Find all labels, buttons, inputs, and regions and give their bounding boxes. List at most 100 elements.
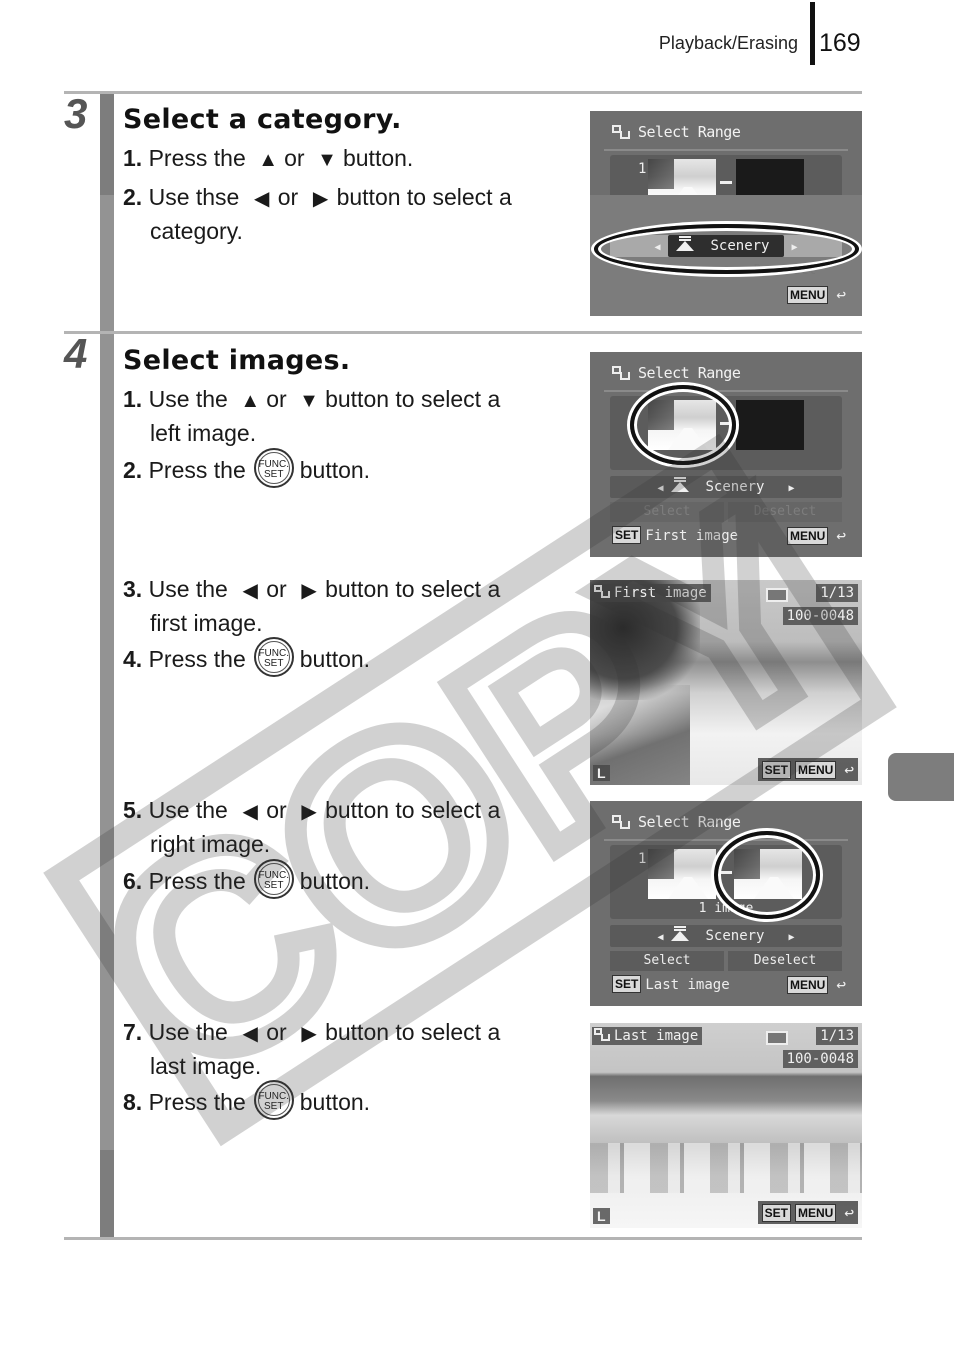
- instruction-number: 7.: [123, 1019, 143, 1045]
- menu-return: MENU ↩: [787, 526, 846, 545]
- return-icon: ↩: [836, 285, 846, 304]
- down-arrow-icon: ▼: [299, 390, 319, 412]
- section-title: Playback/Erasing: [658, 33, 798, 53]
- instruction-continuation: category.: [150, 218, 243, 244]
- step4-sidebar-light: [100, 334, 114, 1150]
- footer-controls: SET MENU ↩: [757, 758, 858, 781]
- empty-thumbnail: [736, 400, 804, 450]
- instruction-text: button to select a: [325, 386, 501, 412]
- instruction-text: button.: [299, 457, 371, 483]
- range-icon: [612, 125, 630, 139]
- right-arrow-icon: ▶: [301, 801, 317, 823]
- instruction: 4. Press the FUNC. SET button.: [123, 636, 563, 677]
- instruction-continuation: last image.: [150, 1053, 262, 1079]
- left-arrow-icon: ◀: [242, 1023, 258, 1045]
- instruction-text: Press the: [148, 145, 246, 171]
- instruction-continuation: left image.: [150, 420, 257, 446]
- camera-screen-select-category: Select Range 1 ◀ Scenery ▶ Select Deselect …: [590, 111, 862, 316]
- screen-title: Select Range: [612, 364, 741, 382]
- range-icon: [612, 366, 630, 380]
- chapter-tab: [888, 753, 954, 801]
- instruction-number: 5.: [123, 797, 143, 823]
- frame-counter: 1/13: [816, 1027, 858, 1045]
- menu-return: MENU ↩: [787, 285, 846, 304]
- menu-button-label: MENU: [787, 527, 829, 545]
- right-arrow-icon: ▶: [312, 188, 329, 210]
- step-title: Select images.: [123, 345, 351, 376]
- battery-icon: [766, 1031, 788, 1045]
- triangle-right-icon: ▶: [788, 932, 795, 943]
- instruction-number: 1.: [123, 145, 143, 171]
- instruction-text: button.: [299, 1089, 371, 1115]
- instruction: 2. Use thse ◀ or ▶ button to select a cate…: [123, 181, 563, 247]
- instruction: 5. Use the ◀ or ▶ button to select a right…: [123, 794, 563, 860]
- left-arrow-icon: ◀: [242, 801, 258, 823]
- category-label: Scenery: [705, 928, 765, 944]
- func-set-button-icon: FUNC. SET: [253, 858, 294, 899]
- func-set-button-icon: FUNC. SET: [253, 1079, 294, 1120]
- instruction-text: or: [266, 797, 287, 823]
- instruction-text: button.: [299, 868, 371, 894]
- select-buttons: Select Deselect: [610, 502, 842, 522]
- image-size-icon: L: [593, 765, 610, 781]
- divider-step4: [64, 331, 862, 334]
- return-icon: ↩: [836, 526, 846, 545]
- range-index: 1: [638, 161, 647, 177]
- left-thumbnail: [648, 849, 716, 899]
- instruction: 1. Press the ▲ or ▼ button.: [123, 142, 563, 176]
- highlight-oval: [594, 224, 859, 274]
- instruction-number: 4.: [123, 646, 143, 672]
- left-arrow-icon: ◀: [254, 188, 270, 210]
- triangle-left-icon: ◀: [657, 483, 664, 494]
- step-number: 3: [64, 90, 87, 137]
- instruction-text: button.: [342, 145, 414, 171]
- instruction-text: or: [266, 386, 287, 412]
- scenery-icon: [671, 477, 690, 492]
- instruction-text: Press the: [148, 1089, 246, 1115]
- instruction-text: button to select a: [325, 797, 501, 823]
- set-button-label: SET: [612, 526, 642, 544]
- func-set-button-icon: FUNC. SET: [253, 636, 294, 677]
- step4-sidebar-dark: [100, 1150, 114, 1237]
- frame-counter: 1/13: [816, 584, 858, 602]
- instruction-text: Use thse: [148, 184, 240, 210]
- instruction-number: 1.: [123, 386, 143, 412]
- mode-label: Last image: [592, 1027, 703, 1045]
- up-arrow-icon: ▲: [258, 149, 279, 171]
- mode-label: First image: [592, 584, 711, 602]
- return-icon: ↩: [844, 760, 854, 779]
- header-divider: [810, 2, 815, 65]
- right-arrow-icon: ▶: [301, 580, 317, 602]
- menu-button-label: MENU: [787, 286, 829, 304]
- instruction-text: button.: [299, 646, 371, 672]
- down-arrow-icon: ▼: [317, 149, 337, 171]
- category-label: Scenery: [705, 479, 765, 495]
- camera-screen-select-left-image: Select Range ◀ Scenery ▶ Select Deselect SE…: [590, 352, 862, 557]
- camera-screen-last-image: Last image 1/13 100-0048 L SET MENU ↩: [590, 1023, 862, 1228]
- instruction-text: Use the: [148, 386, 228, 412]
- instruction-continuation: right image.: [150, 831, 271, 857]
- footer-controls: SET MENU ↩: [757, 1201, 858, 1224]
- triangle-left-icon: ◀: [657, 932, 664, 943]
- instruction: 7. Use the ◀ or ▶ button to select a last …: [123, 1016, 563, 1082]
- instruction-continuation: first image.: [150, 610, 263, 636]
- instruction-number: 6.: [123, 868, 143, 894]
- set-button-label: SET: [612, 975, 642, 993]
- instruction: 6. Press the FUNC. SET button.: [123, 858, 563, 899]
- range-icon: [612, 815, 630, 829]
- step3-sidebar-light: [100, 195, 114, 331]
- highlight-oval: [714, 831, 820, 919]
- range-icon: [594, 1028, 610, 1042]
- step-number: 4: [64, 330, 87, 377]
- file-number: 100-0048: [782, 1050, 858, 1068]
- instruction-text: Use the: [148, 797, 228, 823]
- file-number: 100-0048: [782, 607, 858, 625]
- left-arrow-icon: ◀: [242, 580, 258, 602]
- screen-title: Select Range: [612, 813, 741, 831]
- instruction-number: 2.: [123, 184, 143, 210]
- set-hint: SET First image: [612, 526, 738, 544]
- instruction-text: Press the: [148, 457, 246, 483]
- instruction: 8. Press the FUNC. SET button.: [123, 1079, 563, 1120]
- instruction: 3. Use the ◀ or ▶ button to select a first…: [123, 573, 563, 639]
- scenery-icon: [671, 926, 690, 941]
